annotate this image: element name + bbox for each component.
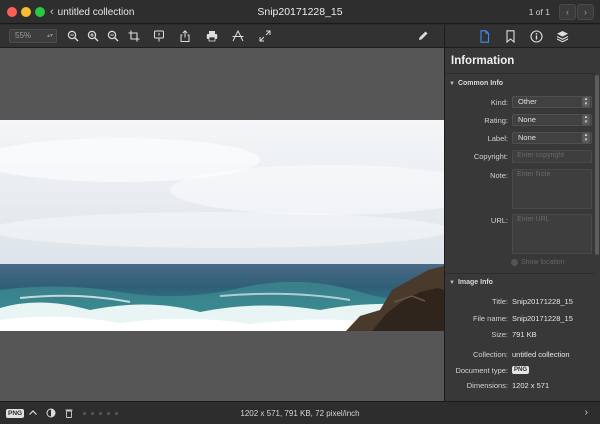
show-location-text: Show location <box>521 259 565 266</box>
label-label: Label: <box>487 134 508 143</box>
stepper-icon: ▴▾ <box>582 133 590 143</box>
expand-panel-button[interactable]: › <box>585 407 588 418</box>
minimize-window-button[interactable] <box>21 7 31 17</box>
stepper-icon: ▴▾ <box>582 115 590 125</box>
seascape-photo <box>0 120 444 331</box>
zoom-in-icon <box>87 30 99 42</box>
tab-layers[interactable] <box>552 28 572 45</box>
divider <box>445 273 595 274</box>
page-counter: 1 of 1 <box>528 7 550 17</box>
image-canvas[interactable] <box>0 48 444 401</box>
label-value: None <box>518 133 536 142</box>
info-circle-icon <box>529 30 543 43</box>
edit-button[interactable] <box>414 28 432 44</box>
common-info-header[interactable]: ▼ Common Info <box>449 80 503 87</box>
location-pin-icon <box>511 259 518 266</box>
section-title: Common Info <box>457 80 504 87</box>
info-panel: Information ▼ Common Info Kind: Other ▴ ▾ … <box>444 25 600 401</box>
disclosure-triangle-icon: ▼ <box>449 81 455 87</box>
collection-name: untitled collection <box>57 6 135 18</box>
png-badge: PNG <box>512 366 530 375</box>
note-field[interactable]: Enter Note <box>512 169 592 209</box>
zoom-in-button[interactable] <box>84 28 102 44</box>
crop-icon <box>128 30 140 42</box>
stepper-icon: ▴▾ <box>46 33 53 39</box>
chevron-left-icon: ‹ <box>566 7 569 17</box>
kind-label: Kind: <box>490 98 508 107</box>
adjust-icon <box>232 30 244 42</box>
copyright-field[interactable]: Enter copyright <box>512 150 592 163</box>
rating-value: None <box>518 115 536 124</box>
panel-scrollbar[interactable] <box>595 75 599 255</box>
dimensions-label: Dimensions: <box>466 381 508 390</box>
layers-icon <box>556 31 568 43</box>
panel-title: Information <box>451 55 515 67</box>
filename-value: Snip20171228_15 <box>512 314 573 323</box>
collection-label: Collection: <box>472 350 508 359</box>
dimensions-value: 1202 x 571 <box>512 381 550 390</box>
chevron-right-icon: › <box>584 407 588 418</box>
annotate-icon <box>154 30 164 42</box>
print-button[interactable] <box>203 28 221 44</box>
image-info-header[interactable]: ▼ Image Info <box>449 279 493 286</box>
copyright-label: Copyright: <box>473 152 508 161</box>
share-button[interactable] <box>176 28 194 44</box>
image-info-status: 1202 x 571, 791 KB, 72 pixel/inch <box>240 409 360 418</box>
rating-label: Rating: <box>484 116 508 125</box>
zoom-out-button[interactable] <box>104 28 122 44</box>
annotate-button[interactable] <box>150 28 168 44</box>
doctype-label: Document type: <box>455 366 508 375</box>
chevron-left-icon: ‹ <box>50 6 54 18</box>
filename-label: File name: <box>472 314 508 323</box>
divider <box>445 73 595 74</box>
size-value: 791 KB <box>512 330 537 339</box>
print-icon <box>206 31 218 42</box>
share-icon <box>180 30 190 42</box>
tab-info[interactable] <box>474 28 494 45</box>
doctype-value: PNG <box>512 365 530 375</box>
edit-pencil-icon <box>419 31 428 40</box>
size-label: Size: <box>491 330 508 339</box>
kind-value: Other <box>518 97 537 106</box>
fullscreen-button[interactable] <box>256 28 274 44</box>
title-label: Title: <box>492 297 508 306</box>
stepper-icon: ▴▾ <box>582 97 590 107</box>
title-bar: ‹ untitled collection Snip20171228_15 1 … <box>0 0 600 24</box>
toolbar: 55% ▴▾ <box>0 25 444 48</box>
tab-bookmarks[interactable] <box>500 28 520 45</box>
zoom-fit-icon <box>67 30 79 42</box>
previous-image-button[interactable]: ‹ <box>559 4 576 20</box>
url-label: URL: <box>490 216 508 225</box>
zoom-window-button[interactable] <box>35 7 45 17</box>
next-image-button[interactable]: › <box>577 4 594 20</box>
zoom-value: 55% <box>15 31 32 40</box>
panel-tab-bar <box>445 25 600 48</box>
fullscreen-icon <box>259 30 271 42</box>
info-document-icon <box>479 30 489 43</box>
zoom-out-icon <box>107 30 119 42</box>
rating-select[interactable]: None ▴ ▾ <box>512 114 592 126</box>
zoom-select[interactable]: 55% ▴▾ <box>9 29 57 43</box>
adjust-button[interactable] <box>229 28 247 44</box>
back-to-collection-link[interactable]: ‹ untitled collection <box>50 6 134 18</box>
section-title: Image Info <box>457 279 493 286</box>
tab-details[interactable] <box>526 28 546 45</box>
bookmark-icon <box>505 30 515 43</box>
show-location-link[interactable]: Show location <box>511 259 565 266</box>
collection-value: untitled collection <box>512 350 570 359</box>
kind-select[interactable]: Other ▴ ▾ <box>512 96 592 108</box>
note-label: Note: <box>490 171 508 180</box>
chevron-right-icon: › <box>584 7 587 17</box>
status-bar: PNG 1202 x 571, 791 KB, 72 pixel/inch › <box>0 401 600 424</box>
disclosure-triangle-icon: ▼ <box>449 280 455 286</box>
title-value: Snip20171228_15 <box>512 297 573 306</box>
close-window-button[interactable] <box>7 7 17 17</box>
label-select[interactable]: None ▴ ▾ <box>512 132 592 144</box>
crop-button[interactable] <box>125 28 143 44</box>
url-field[interactable]: Enter URL <box>512 214 592 254</box>
zoom-fit-button[interactable] <box>64 28 82 44</box>
